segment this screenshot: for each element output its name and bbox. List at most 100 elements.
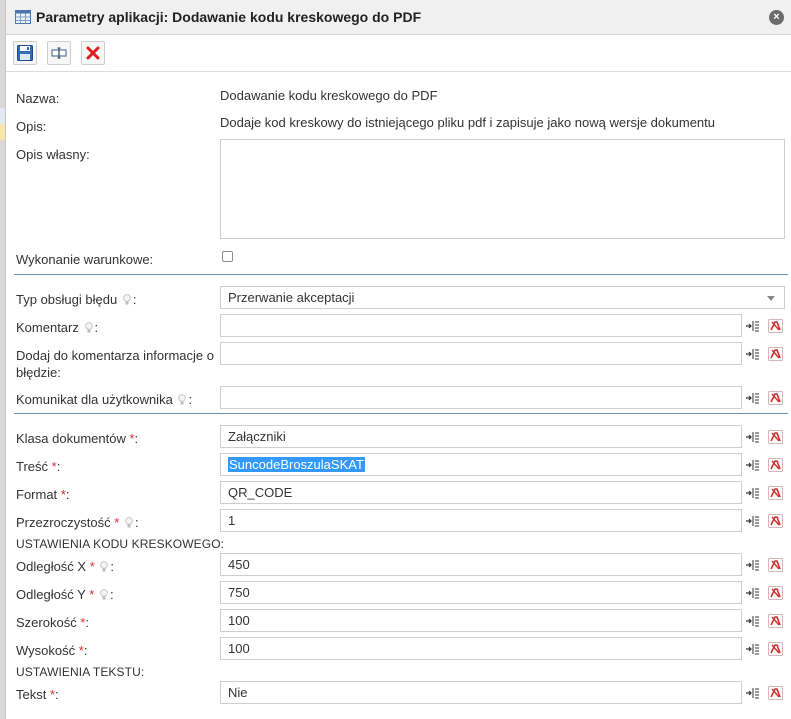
insert-variable-icon[interactable]	[745, 558, 760, 572]
distance-x-label-text: Odległość X	[16, 559, 87, 574]
insert-variable-icon[interactable]	[745, 514, 760, 528]
dialog-titlebar[interactable]: Parametry aplikacji: Dodawanie kodu kres…	[6, 0, 791, 35]
insert-variable-icon[interactable]	[745, 586, 760, 600]
clear-field-icon[interactable]	[768, 391, 783, 405]
label-colon: :	[110, 559, 115, 574]
insert-variable-icon[interactable]	[745, 686, 760, 700]
distance-y-label: Odległość Y * :	[16, 586, 114, 603]
conditional-execution-label: Wykonanie warunkowe:	[16, 252, 154, 267]
chevron-down-icon[interactable]	[767, 296, 775, 301]
hint-bulb-icon[interactable]	[178, 394, 187, 405]
comment-label-text: Komentarz	[16, 320, 79, 335]
width-input[interactable]: 100	[220, 609, 742, 632]
dialog-title: Parametry aplikacji: Dodawanie kodu kres…	[36, 9, 422, 25]
required-marker: *	[114, 515, 120, 530]
error-type-select[interactable]: Przerwanie akceptacji	[220, 286, 785, 309]
distance-x-input[interactable]: 450	[220, 553, 742, 576]
label-colon: :	[83, 643, 88, 658]
description-label: Opis:	[16, 119, 47, 134]
text-input[interactable]: Nie	[220, 681, 742, 704]
label-colon: :	[94, 320, 99, 335]
error-type-label-text: Typ obsługi błędu	[16, 292, 118, 307]
text-label: Tekst *:	[16, 686, 59, 703]
add-error-info-input[interactable]	[220, 342, 742, 365]
save-button[interactable]	[13, 41, 37, 65]
save-icon	[17, 45, 33, 61]
insert-variable-icon[interactable]	[745, 391, 760, 405]
clear-field-icon[interactable]	[768, 686, 783, 700]
width-label-text: Szerokość	[16, 615, 77, 630]
hint-bulb-icon[interactable]	[84, 322, 93, 333]
hint-bulb-icon[interactable]	[100, 589, 108, 600]
clear-field-icon[interactable]	[768, 586, 783, 600]
format-input[interactable]: QR_CODE	[220, 481, 742, 504]
format-label: Format *:	[16, 486, 69, 503]
doc-class-label: Klasa dokumentów *:	[16, 430, 138, 447]
content-label: Treść *:	[16, 458, 60, 475]
height-label: Wysokość *:	[16, 642, 87, 659]
comment-input[interactable]	[220, 314, 742, 337]
height-input[interactable]: 100	[220, 637, 742, 660]
cancel-button[interactable]	[81, 41, 105, 65]
doc-class-input[interactable]: Załączniki	[220, 425, 742, 448]
add-error-info-label: Dodaj do komentarza informacje o błędzie…	[16, 348, 214, 380]
height-label-text: Wysokość	[16, 643, 76, 658]
table-icon	[15, 10, 31, 24]
conditional-execution-checkbox[interactable]	[222, 251, 233, 262]
own-description-textarea[interactable]	[220, 139, 785, 239]
label-colon: :	[65, 487, 70, 502]
label-colon: :	[134, 431, 139, 446]
toolbar	[6, 36, 791, 72]
user-message-label-text: Komunikat dla użytkownika	[16, 392, 173, 407]
transparency-input[interactable]: 1	[220, 509, 742, 532]
variable-editor-button[interactable]	[47, 41, 71, 65]
distance-y-input[interactable]: 750	[220, 581, 742, 604]
required-marker: *	[89, 559, 95, 574]
user-message-label: Komunikat dla użytkownika :	[16, 391, 192, 408]
insert-variable-icon[interactable]	[745, 430, 760, 444]
clear-field-icon[interactable]	[768, 614, 783, 628]
required-marker: *	[89, 587, 95, 602]
error-type-select-value: Przerwanie akceptacji	[228, 290, 355, 305]
label-colon: :	[109, 587, 114, 602]
own-description-label: Opis własny:	[16, 147, 90, 162]
insert-variable-icon[interactable]	[745, 642, 760, 656]
label-colon: :	[132, 292, 137, 307]
clear-field-icon[interactable]	[768, 347, 783, 361]
insert-variable-icon[interactable]	[745, 614, 760, 628]
hint-bulb-icon[interactable]	[122, 294, 131, 305]
label-colon: :	[55, 687, 59, 702]
content-input[interactable]: SuncodeBroszulaSKAT	[220, 453, 742, 476]
transparency-label-text: Przezroczystość	[16, 515, 111, 530]
label-colon: :	[188, 392, 193, 407]
text-label-text: Tekst	[16, 687, 47, 702]
doc-class-label-text: Klasa dokumentów	[16, 431, 126, 446]
error-type-label: Typ obsługi błędu :	[16, 291, 136, 308]
distance-y-label-text: Odległość Y	[16, 587, 86, 602]
comment-label: Komentarz :	[16, 319, 98, 336]
close-button[interactable]: ×	[769, 10, 784, 25]
insert-variable-icon[interactable]	[745, 319, 760, 333]
label-colon: :	[56, 459, 61, 474]
label-colon: :	[134, 515, 139, 530]
variable-editor-icon	[51, 47, 67, 59]
clear-field-icon[interactable]	[768, 319, 783, 333]
distance-x-label: Odległość X * :	[16, 558, 114, 575]
insert-variable-icon[interactable]	[745, 347, 760, 361]
clear-field-icon[interactable]	[768, 458, 783, 472]
clear-field-icon[interactable]	[768, 486, 783, 500]
insert-variable-icon[interactable]	[745, 486, 760, 500]
section-divider	[14, 413, 788, 414]
hint-bulb-icon[interactable]	[125, 517, 133, 528]
insert-variable-icon[interactable]	[745, 458, 760, 472]
clear-field-icon[interactable]	[768, 430, 783, 444]
clear-field-icon[interactable]	[768, 558, 783, 572]
section-divider	[14, 274, 788, 275]
clear-field-icon[interactable]	[768, 642, 783, 656]
clear-field-icon[interactable]	[768, 514, 783, 528]
user-message-input[interactable]	[220, 386, 742, 409]
cancel-icon	[86, 46, 100, 60]
hint-bulb-icon[interactable]	[100, 561, 109, 572]
format-label-text: Format	[16, 487, 58, 502]
name-value: Dodawanie kodu kreskowego do PDF	[220, 88, 438, 103]
